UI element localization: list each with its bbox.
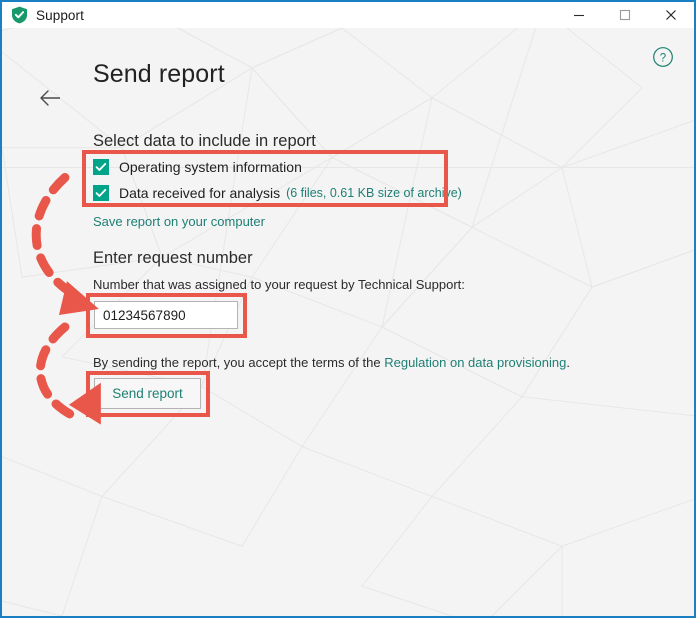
archive-size-note: (6 files, 0.61 KB size of archive) (286, 186, 462, 200)
back-button[interactable] (36, 86, 64, 110)
checkbox-os-information[interactable] (93, 159, 109, 175)
checkbox-data-analysis[interactable] (93, 185, 109, 201)
checkbox-label-data-analysis: Data received for analysis (119, 185, 281, 201)
send-report-button[interactable]: Send report (94, 378, 201, 409)
annotation-arrow-1-shaft (31, 173, 80, 300)
checkbox-row-data-analysis[interactable]: Data received for analysis (6 files, 0.6… (93, 185, 462, 201)
request-number-heading: Enter request number (93, 249, 253, 267)
maximize-icon (619, 9, 631, 21)
svg-text:?: ? (660, 52, 666, 64)
terms-text: By sending the report, you accept the te… (93, 355, 570, 370)
window-controls (556, 2, 694, 28)
maximize-button[interactable] (602, 2, 648, 28)
support-window: Support ? Send report Select data to inc… (0, 0, 696, 618)
check-icon (95, 188, 107, 197)
close-icon (666, 10, 676, 20)
shield-check-icon (12, 6, 27, 24)
page-content: ? Send report Select data to include in … (2, 28, 694, 616)
window-title: Support (36, 7, 84, 23)
title-bar: Support (2, 2, 694, 28)
page-title: Send report (93, 60, 225, 88)
regulation-link[interactable]: Regulation on data provisioning (384, 355, 566, 370)
check-icon (95, 162, 107, 171)
minimize-button[interactable] (556, 2, 602, 28)
request-number-input[interactable] (94, 301, 238, 329)
select-data-heading: Select data to include in report (93, 132, 316, 150)
annotation-arrow-2-shaft (35, 322, 84, 424)
terms-suffix: . (566, 355, 570, 370)
checkbox-label-os-information: Operating system information (119, 159, 302, 175)
checkbox-row-os-information[interactable]: Operating system information (93, 159, 302, 175)
help-icon[interactable]: ? (652, 46, 674, 68)
minimize-icon (574, 14, 584, 17)
terms-prefix: By sending the report, you accept the te… (93, 355, 385, 370)
save-report-link[interactable]: Save report on your computer (93, 214, 265, 229)
request-number-subtitle: Number that was assigned to your request… (93, 277, 465, 292)
close-button[interactable] (648, 2, 694, 28)
